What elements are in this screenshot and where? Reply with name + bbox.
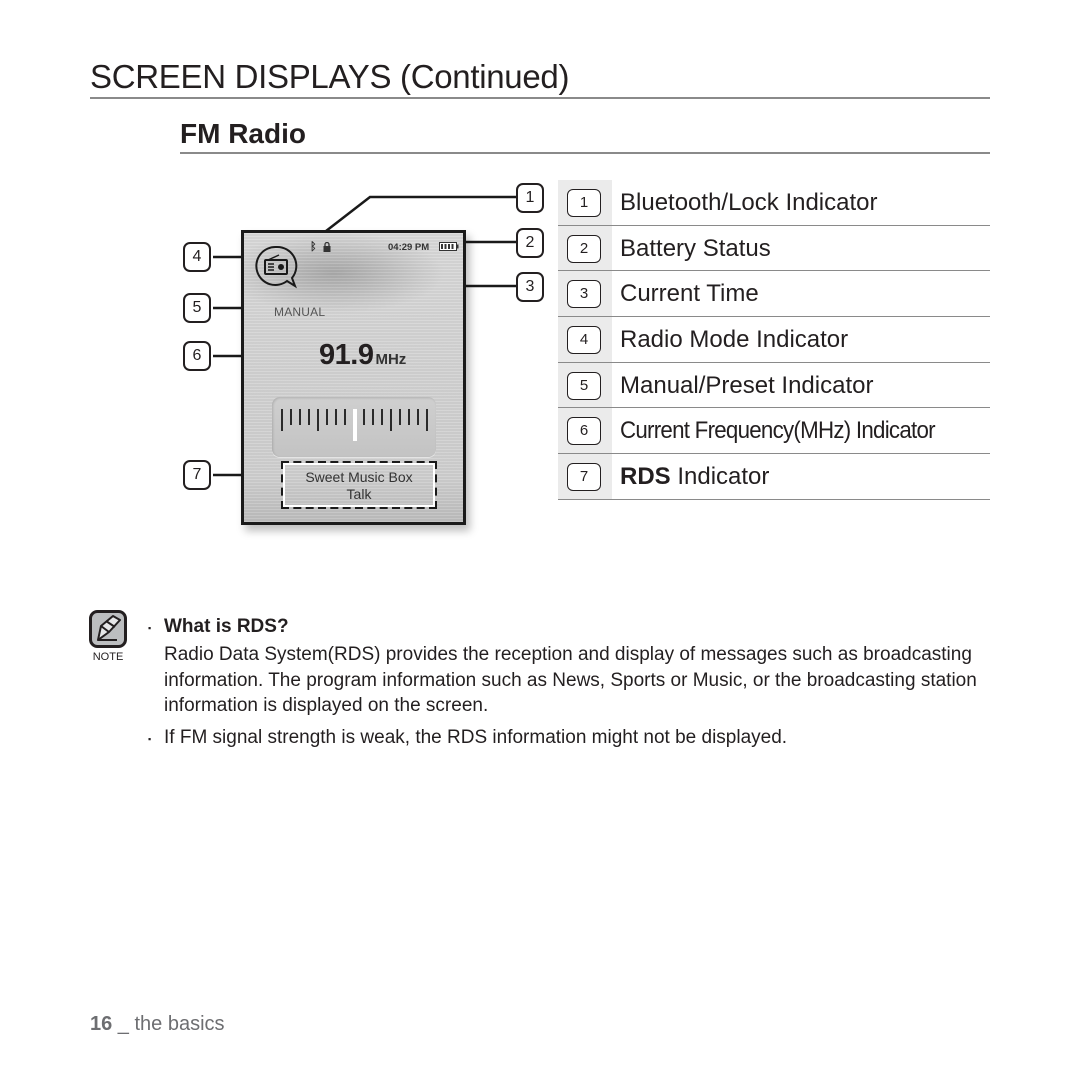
callout-7: 7 [183,460,211,490]
tuner-tick [381,409,383,425]
legend-row: 2 Battery Status [558,225,990,272]
tuner-tick [326,409,328,425]
battery-icon [439,242,459,251]
legend-number: 1 [567,189,601,217]
legend-number: 5 [567,371,601,400]
tuner-tick [299,409,301,425]
legend-label-bold: RDS [620,463,671,491]
rds-station-name: Sweet Music Box [305,469,413,485]
legend-number: 6 [567,417,601,446]
section-title: FM Radio [180,118,306,149]
callout-1: 1 [516,183,544,213]
page-number: 16 [90,1013,113,1035]
footer-separator: _ [112,1013,135,1035]
note-item-2: If FM signal strength is weak, the RDS i… [164,727,788,748]
rds-program-type: Talk [346,486,372,502]
tuner-tick [417,409,419,425]
title-divider [90,97,990,99]
tuner-tick [281,409,283,431]
callout-6: 6 [183,341,211,371]
note-label: NOTE [92,651,124,663]
legend-row: 7 RDS Indicator [558,454,990,500]
callout-4: 4 [183,242,211,272]
tuner-tick [390,409,392,431]
footer-section: the basics [134,1013,225,1035]
legend-number: 3 [567,280,601,309]
legend-row: 6 Current Frequency(MHz) Indicator [558,408,990,455]
legend-label: Bluetooth/Lock Indicator [620,189,878,216]
legend-label: Current Time [620,280,759,308]
tuner-tick [363,409,365,425]
note-heading: What is RDS? [164,616,289,637]
frequency-unit: MHz [375,351,407,368]
radio-mode-icon [255,245,298,289]
legend-number: 2 [567,234,601,263]
legend-label: RDS Indicator [620,463,769,491]
legend-label: Manual/Preset Indicator [620,371,874,399]
legend-label: Battery Status [620,234,771,262]
manual-preset-indicator: MANUAL [274,305,326,319]
legend-label: Current Frequency(MHz) Indicator [620,417,936,445]
note-bullet: ▪ [148,623,152,633]
tuner-tick [317,409,319,431]
current-time: 04:29 PM [388,242,430,253]
legend-number: 4 [567,326,601,355]
legend-row: 1 Bluetooth/Lock Indicator [558,180,990,226]
page-title: SCREEN DISPLAYS (Continued) [90,58,570,95]
tuner-tick [426,409,428,431]
callout-5: 5 [183,293,211,323]
note-pencil-icon [89,610,127,648]
legend-row: 5 Manual/Preset Indicator [558,362,990,409]
lock-icon [323,242,331,252]
legend-label-rest: Indicator [670,463,770,491]
tuner-tick [399,409,401,425]
note-bullet: ▪ [148,734,152,744]
callout-leader-lines [213,195,516,477]
device-screen: ᛒ 04:29 PM MANUAL 91.9 MHz Sweet Music Bo… [241,230,466,525]
legend-number: 7 [567,463,601,492]
tuner-tick [335,409,337,425]
tuner-scale [272,397,436,457]
frequency-display: 91.9 MHz [319,339,406,372]
page-footer: 16 _ the basics [90,1013,225,1036]
tuner-needle [353,409,357,441]
legend-label: Radio Mode Indicator [620,326,849,354]
tuner-tick [408,409,410,425]
callout-2: 2 [516,228,544,258]
bluetooth-icon: ᛒ [310,241,317,253]
section-divider [180,152,990,154]
callout-3: 3 [516,272,544,302]
rds-indicator: Sweet Music Box Talk [281,461,437,509]
tuner-tick [308,409,310,425]
indicator-legend: 1 Bluetooth/Lock Indicator 2 Battery Sta… [558,180,990,500]
note-paragraph: Radio Data System(RDS) provides the rece… [164,644,977,716]
tuner-tick [290,409,292,425]
legend-row: 3 Current Time [558,271,990,318]
tuner-tick [344,409,346,425]
tuner-tick [372,409,374,425]
frequency-value: 91.9 [319,339,374,371]
legend-row: 4 Radio Mode Indicator [558,317,990,363]
